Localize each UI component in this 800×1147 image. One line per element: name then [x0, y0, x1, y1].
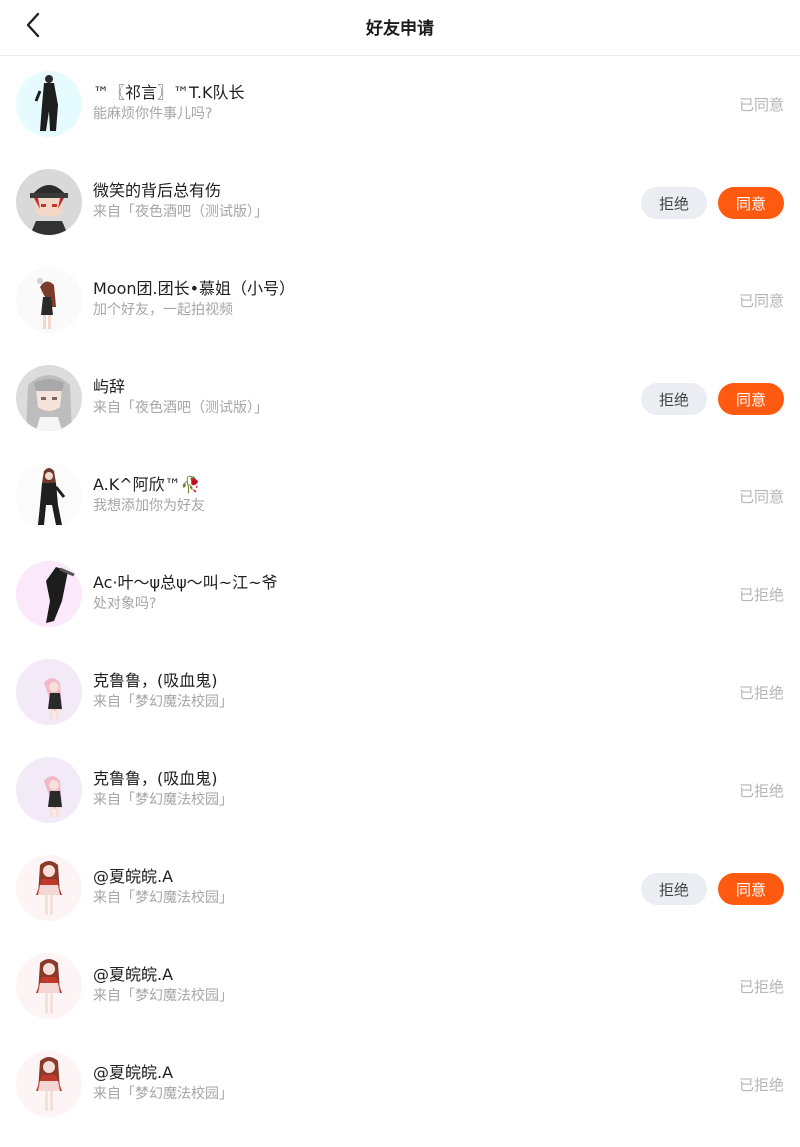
request-text-block: ™〖祁言〗™T.K队长 能麻烦你件事儿吗?: [93, 82, 613, 124]
request-text-block: @夏皖皖.A 来自「梦幻魔法校园」: [93, 1062, 613, 1104]
requester-name: @夏皖皖.A: [93, 867, 174, 886]
requester-name: Ac·叶〜ψ总ψ〜叫~江~爷: [93, 573, 278, 592]
top-nav-bar: 好友申请: [0, 0, 800, 56]
requester-name: Moon团.团长•慕姐（小号）: [93, 279, 296, 298]
request-row[interactable]: 屿辞 来自「夜色酒吧（测试版）」 拒绝 同意: [0, 350, 800, 448]
avatar[interactable]: [16, 365, 82, 431]
avatar[interactable]: [16, 463, 82, 529]
request-text-block: @夏皖皖.A 来自「梦幻魔法校园」: [93, 964, 613, 1006]
agree-button[interactable]: 同意: [718, 383, 784, 415]
request-text-block: 微笑的背后总有伤来自「夜色酒吧（测试版）」: [93, 180, 613, 222]
requester-name: A.K^阿欣™🥀: [93, 475, 201, 494]
request-row[interactable]: @夏皖皖.A 来自「梦幻魔法校园」 已拒绝: [0, 1036, 800, 1134]
avatar[interactable]: [16, 71, 82, 137]
request-status: 已同意: [738, 488, 784, 506]
request-row[interactable]: 克鲁鲁，(吸血鬼) 来自「梦幻魔法校园」 已拒绝: [0, 644, 800, 742]
request-status: 已拒绝: [738, 684, 784, 702]
requester-name: 克鲁鲁，(吸血鬼): [93, 769, 218, 788]
avatar[interactable]: [16, 561, 82, 627]
avatar[interactable]: [16, 1051, 82, 1117]
request-row[interactable]: ™〖祁言〗™T.K队长 能麻烦你件事儿吗? 已同意: [0, 56, 800, 154]
request-message: 来自「梦幻魔法校园」: [93, 1086, 233, 1102]
page-title: 好友申请: [366, 19, 434, 39]
request-message: 来自「夜色酒吧（测试版）」: [93, 204, 268, 220]
request-message: 来自「梦幻魔法校园」: [93, 988, 233, 1004]
request-message: 来自「梦幻魔法校园」: [93, 792, 233, 808]
requester-name: @夏皖皖.A: [93, 965, 174, 984]
request-text-block: Moon团.团长•慕姐（小号） 加个好友，一起拍视频: [93, 278, 613, 320]
request-text-block: 克鲁鲁，(吸血鬼) 来自「梦幻魔法校园」: [93, 768, 613, 810]
request-row[interactable]: Moon团.团长•慕姐（小号） 加个好友，一起拍视频 已同意: [0, 252, 800, 350]
request-message: 处对象吗?: [93, 596, 157, 612]
request-status: 已同意: [738, 96, 784, 114]
request-row[interactable]: Ac·叶〜ψ总ψ〜叫~江~爷 处对象吗? 已拒绝: [0, 546, 800, 644]
request-row[interactable]: @夏皖皖.A 来自「梦幻魔法校园」 拒绝 同意: [0, 840, 800, 938]
avatar[interactable]: [16, 659, 82, 725]
request-message: 来自「夜色酒吧（测试版）」: [93, 400, 268, 416]
request-text-block: 克鲁鲁，(吸血鬼) 来自「梦幻魔法校园」: [93, 670, 613, 712]
request-status: 已拒绝: [738, 978, 784, 996]
request-row[interactable]: 克鲁鲁，(吸血鬼) 来自「梦幻魔法校园」 已拒绝: [0, 742, 800, 840]
avatar[interactable]: [16, 267, 82, 333]
avatar[interactable]: [16, 953, 82, 1019]
request-status: 已拒绝: [738, 1076, 784, 1094]
reject-button[interactable]: 拒绝: [641, 873, 707, 905]
agree-button[interactable]: 同意: [718, 187, 784, 219]
request-status: 已同意: [738, 292, 784, 310]
friend-request-list: ™〖祁言〗™T.K队长 能麻烦你件事儿吗? 已同意 微笑的背后总有伤 来自「夜色酒吧（测…: [0, 56, 800, 1134]
avatar[interactable]: [16, 169, 82, 235]
agree-button[interactable]: 同意: [718, 873, 784, 905]
request-row[interactable]: @夏皖皖.A 来自「梦幻魔法校园」 已拒绝: [0, 938, 800, 1036]
requester-name: 微笑的背后总有伤: [93, 181, 222, 200]
request-text-block: @夏皖皖.A 来自「梦幻魔法校园」: [93, 866, 613, 908]
request-message: 能麻烦你件事儿吗?: [93, 106, 213, 122]
request-text-block: 屿辞来自「夜色酒吧（测试版）」: [93, 376, 613, 418]
request-message: 来自「梦幻魔法校园」: [93, 694, 233, 710]
request-row[interactable]: A.K^阿欣™🥀 我想添加你为好友 已同意: [0, 448, 800, 546]
request-message: 加个好友，一起拍视频: [93, 302, 233, 318]
request-message: 我想添加你为好友: [93, 498, 205, 514]
request-status: 已拒绝: [738, 586, 784, 604]
requester-name: 屿辞: [93, 377, 126, 396]
avatar[interactable]: [16, 855, 82, 921]
avatar[interactable]: [16, 757, 82, 823]
requester-name: ™〖祁言〗™T.K队长: [93, 83, 245, 102]
requester-name: 克鲁鲁，(吸血鬼): [93, 671, 218, 690]
reject-button[interactable]: 拒绝: [641, 383, 707, 415]
request-text-block: Ac·叶〜ψ总ψ〜叫~江~爷 处对象吗?: [93, 572, 613, 614]
reject-button[interactable]: 拒绝: [641, 187, 707, 219]
request-status: 已拒绝: [738, 782, 784, 800]
request-message: 来自「梦幻魔法校园」: [93, 890, 233, 906]
request-row[interactable]: 微笑的背后总有伤 来自「夜色酒吧（测试版）」 拒绝 同意: [0, 154, 800, 252]
requester-name: @夏皖皖.A: [93, 1063, 174, 1082]
request-text-block: A.K^阿欣™🥀 我想添加你为好友: [93, 474, 613, 516]
